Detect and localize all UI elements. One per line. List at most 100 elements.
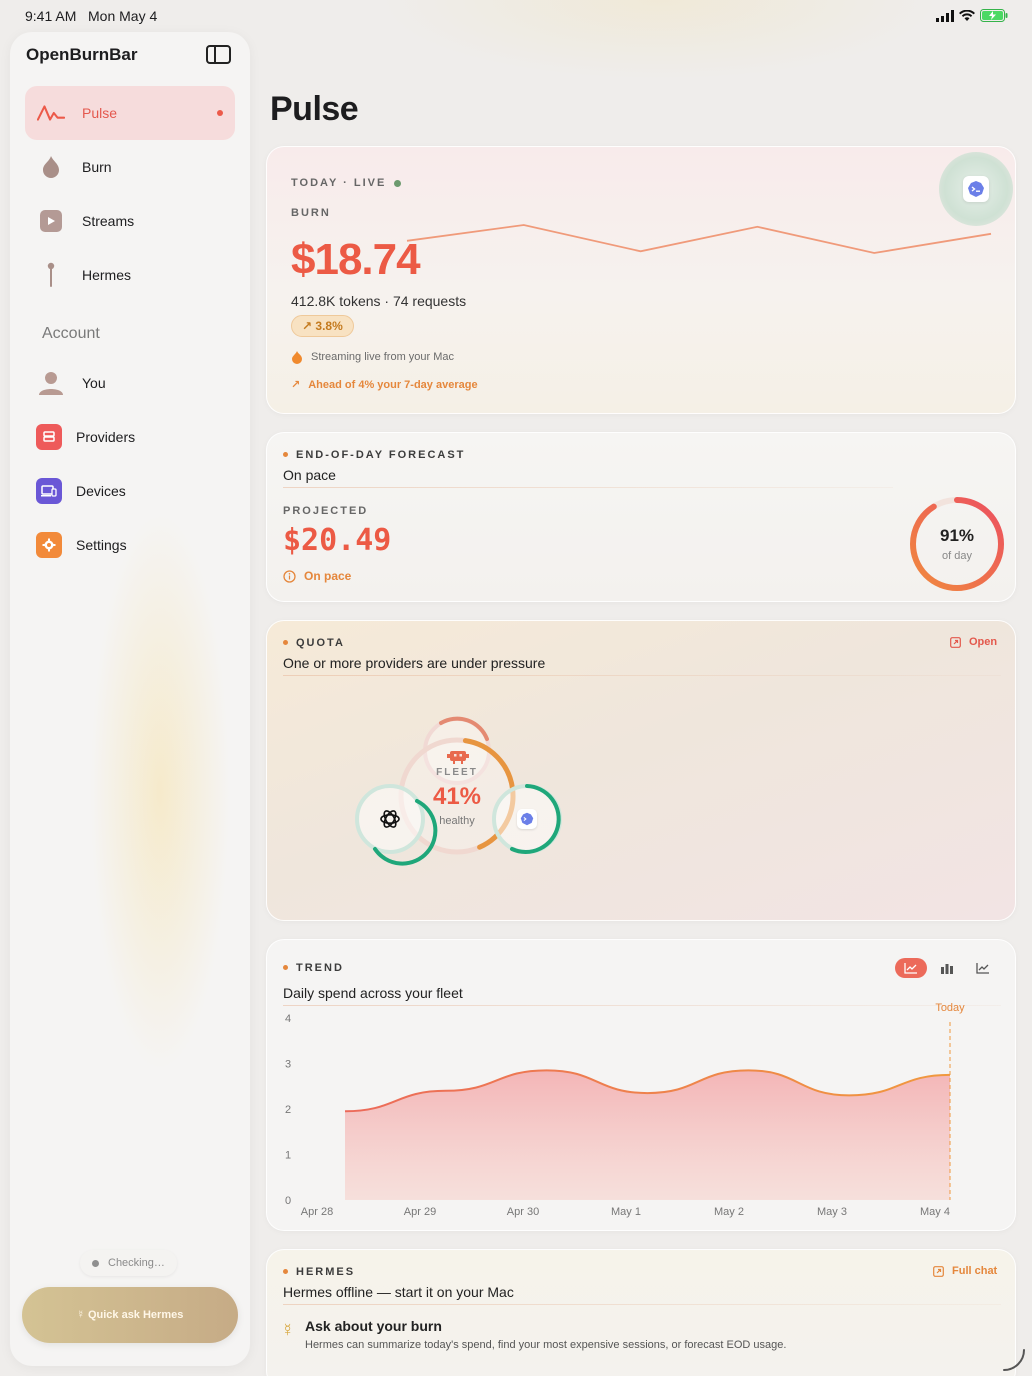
sidebar-item-label: Devices (76, 483, 126, 499)
sidebar-item-label: Streams (82, 213, 135, 229)
sidebar-item-devices[interactable]: Devices (25, 464, 235, 518)
trend-up-icon: ↗ (291, 379, 301, 391)
today-cost: $18.74 (291, 235, 421, 284)
fleet-status: healthy (439, 815, 475, 827)
sidebar-item-label: Settings (76, 537, 127, 553)
page-title: Pulse (270, 90, 359, 128)
sidebar-item-label: You (82, 375, 106, 391)
hermes-prompt-title: Ask about your burn (305, 1318, 442, 1334)
forecast-card: END-OF-DAY FORECAST On pace PROJECTED $2… (266, 432, 1016, 602)
sidebar-item-streams[interactable]: Streams (25, 194, 235, 248)
x-tick-label: May 2 (714, 1206, 744, 1218)
forecast-subtitle: On pace (283, 467, 336, 483)
active-dot (217, 110, 223, 116)
account-section-label: Account (42, 325, 100, 342)
status-icons (936, 9, 1008, 22)
devices-icon (35, 477, 63, 505)
quick-ask-hermes-button[interactable]: ☿ Quick ask Hermes (22, 1287, 238, 1343)
scroll-indicator-icon (1003, 1349, 1025, 1371)
sidebar-item-label: Burn (82, 159, 112, 175)
y-tick-label: 1 (285, 1150, 291, 1162)
openai-icon[interactable] (378, 807, 402, 831)
divider (283, 1304, 1001, 1305)
mercury-icon: ☿ (281, 1320, 295, 1340)
forecast-eyebrow-text: END-OF-DAY FORECAST (296, 449, 466, 461)
ring-label: of day (942, 550, 972, 562)
hermes-card: HERMES Hermes offline — start it on your… (266, 1249, 1016, 1376)
sidebar-toggle-icon[interactable] (206, 45, 231, 64)
today-eyebrow-text: TODAY · LIVE (291, 177, 387, 189)
wifi-icon (959, 9, 975, 21)
projected-label: PROJECTED (283, 505, 369, 517)
fleet-label: FLEET (436, 767, 478, 778)
hermes-eyebrow-text: HERMES (296, 1266, 356, 1278)
forecast-status-text: On pace (304, 569, 352, 583)
x-tick-label: May 4 (920, 1206, 950, 1218)
sidebar-item-pulse[interactable]: Pulse (25, 86, 235, 140)
battery-icon (980, 9, 1008, 22)
connection-status: Checking… (80, 1250, 177, 1276)
hermes-agent-icon[interactable] (517, 809, 537, 829)
x-tick-label: Apr 30 (507, 1206, 539, 1218)
sparkline-line (406, 224, 992, 254)
sidebar-item-burn[interactable]: Burn (25, 140, 235, 194)
cellular-icon (936, 9, 954, 22)
hermes-staff-icon (37, 261, 65, 289)
today-card: TODAY · LIVE BURN $18.74 412.8K tokens ·… (266, 146, 1016, 414)
hermes-prompt-body: Hermes can summarize today's spend, find… (305, 1339, 787, 1351)
change-badge: ↗ 3.8% (291, 315, 354, 337)
y-tick-label: 0 (285, 1195, 291, 1207)
sidebar-item-hermes[interactable]: Hermes (25, 248, 235, 302)
sidebar-item-settings[interactable]: Settings (25, 518, 235, 572)
trend-area-chart: 0 1 2 3 4 Apr 28 Apr 29 Apr 30 May 1 May 2 May 3 Ma… (285, 1002, 965, 1218)
play-icon (37, 207, 65, 235)
live-dot (394, 179, 402, 187)
y-tick-label: 4 (285, 1013, 291, 1025)
average-note: ↗ Ahead of 4% your 7-day average (291, 378, 478, 392)
today-eyebrow: TODAY · LIVE (291, 177, 402, 189)
sidebar-item-you[interactable]: You (25, 356, 235, 410)
settings-icon (35, 531, 63, 559)
hermes-fab-button[interactable] (939, 152, 1013, 226)
hermes-eyebrow: HERMES (283, 1266, 355, 1278)
change-pct: 3.8% (315, 319, 343, 333)
fleet-quota-rings (355, 716, 562, 866)
hermes-agent-icon (963, 176, 989, 202)
token-count: 412.8K tokens · 74 requests (291, 293, 467, 309)
full-chat-label: Full chat (952, 1265, 998, 1277)
x-tick-label: Apr 28 (301, 1206, 333, 1218)
x-tick-label: May 3 (817, 1206, 847, 1218)
app-title: OpenBurnBar (26, 45, 138, 64)
info-icon (283, 569, 296, 583)
streaming-note-text: Streaming live from your Mac (311, 351, 455, 363)
sidebar-item-providers[interactable]: Providers (25, 410, 235, 464)
flame-icon (292, 351, 302, 364)
x-tick-label: May 1 (611, 1206, 641, 1218)
y-tick-label: 3 (285, 1059, 291, 1071)
forecast-status: On pace (283, 569, 351, 583)
status-date: Mon May 4 (88, 8, 158, 24)
fleet-percentage: 41% (432, 783, 482, 810)
x-tick-label: Apr 29 (404, 1206, 436, 1218)
hermes-subtitle: Hermes offline — start it on your Mac (283, 1284, 514, 1300)
sidebar: OpenBurnBar Pulse Burn Streams Hermes Ac… (10, 32, 250, 1366)
trend-area-fill (345, 1070, 950, 1200)
pulse-icon (37, 99, 65, 127)
sidebar-glow (90, 512, 230, 1072)
streaming-note: Streaming live from your Mac (291, 350, 454, 364)
status-bar: 9:41 AM Mon May 4 (0, 0, 1032, 32)
y-tick-label: 2 (285, 1104, 291, 1116)
sidebar-item-label: Pulse (82, 105, 118, 121)
divider (283, 487, 893, 488)
trend-card: TREND Daily spend across your fleet 0123… (266, 939, 1016, 1231)
person-icon (37, 369, 65, 397)
forecast-eyebrow: END-OF-DAY FORECAST (283, 449, 465, 461)
burn-label: BURN (291, 207, 331, 219)
average-note-text: Ahead of 4% your 7-day average (308, 378, 478, 391)
today-marker-label: Today (935, 1002, 965, 1014)
projected-value: $20.49 (283, 523, 392, 558)
providers-icon (35, 423, 63, 451)
status-time: 9:41 AM (25, 8, 77, 24)
sidebar-item-label: Providers (76, 429, 136, 445)
full-chat-link[interactable]: Full chat (933, 1265, 997, 1277)
